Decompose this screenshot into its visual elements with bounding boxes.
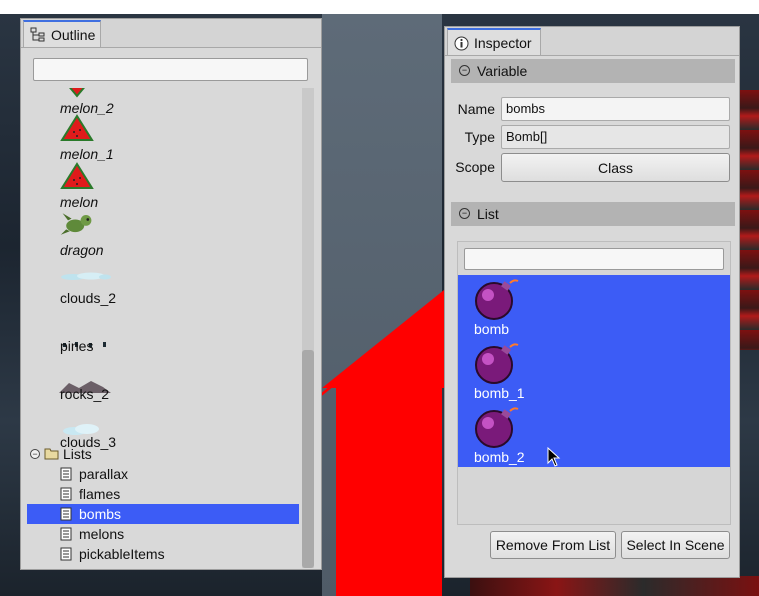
scope-button[interactable]: Class <box>501 153 730 182</box>
clouds-sprite-icon <box>61 272 111 280</box>
outline-object[interactable]: melon_1 <box>27 108 299 162</box>
scope-label: Scope <box>455 159 495 175</box>
bomb-sprite-icon <box>475 279 519 320</box>
list-item-bomb[interactable]: bomb <box>472 277 592 341</box>
list-icon <box>60 547 72 561</box>
tab-outline-label: Outline <box>51 27 96 43</box>
melon-slice-icon <box>60 162 94 189</box>
name-field[interactable]: bombs <box>501 97 730 121</box>
list-editor: bomb bomb_1 bomb_2 <box>457 241 731 525</box>
list-item-bomb_2[interactable]: bomb_2 <box>472 405 592 469</box>
list-icon <box>60 467 72 481</box>
outline-object[interactable]: melon <box>27 156 299 210</box>
section-variable-header[interactable]: − Variable <box>451 59 735 83</box>
list-item-label: bomb <box>474 321 510 337</box>
type-label: Type <box>464 129 495 145</box>
outline-object[interactable]: clouds_2 <box>27 252 299 306</box>
list-items: bomb bomb_1 bomb_2 <box>458 275 730 467</box>
outline-scrollbar[interactable] <box>302 88 314 568</box>
tree-item-label: bombs <box>79 506 122 522</box>
select-in-scene-button[interactable]: Select In Scene <box>621 531 730 559</box>
scene-background-bottom <box>470 576 759 596</box>
outline-tree: melon_2 melon_1 melon dragon clouds_2 pi… <box>27 88 299 568</box>
name-label: Name <box>457 101 495 117</box>
tree-item-parallax[interactable]: parallax <box>27 464 299 484</box>
list-item-label: bomb_1 <box>474 385 525 401</box>
tree-item-melons[interactable]: melons <box>27 524 299 544</box>
inspector-body: − Variable Name bombs Type Bomb[] Scope … <box>445 55 739 577</box>
collapse-icon[interactable]: − <box>459 65 470 76</box>
list-icon <box>60 527 72 541</box>
outline-object[interactable]: clouds_3 <box>27 396 299 450</box>
outline-search-input[interactable] <box>33 58 308 81</box>
list-icon <box>60 507 72 521</box>
tree-item-label: pickableItems <box>79 546 165 562</box>
melon-slice-icon <box>69 88 85 98</box>
list-item-bomb_1[interactable]: bomb_1 <box>472 341 592 405</box>
tree-item-label: flames <box>79 486 121 502</box>
list-icon <box>60 487 72 501</box>
outline-object[interactable]: dragon <box>27 204 299 258</box>
outline-body: melon_2 melon_1 melon dragon clouds_2 pi… <box>21 47 321 569</box>
tab-inspector[interactable]: Inspector <box>447 28 541 56</box>
outline-panel: Outline melon_2 melon_1 melon dragon clo… <box>20 18 322 570</box>
outline-object[interactable]: rocks_2 <box>27 348 299 402</box>
mouse-cursor-icon <box>547 447 561 467</box>
outline-scrollbar-thumb[interactable] <box>302 350 314 568</box>
outline-object[interactable]: pines <box>27 300 299 354</box>
tree-item-bombs[interactable]: bombs <box>27 504 299 524</box>
tree-folder-label: Lists <box>63 446 92 462</box>
collapse-icon[interactable]: − <box>30 449 40 459</box>
tree-folder-lists[interactable]: − Lists <box>27 444 299 464</box>
bomb-sprite-icon <box>475 407 519 448</box>
section-list-header[interactable]: − List <box>451 202 735 226</box>
outline-tree-icon <box>30 27 46 43</box>
section-list-title: List <box>477 206 499 222</box>
inspector-panel: Inspector − Variable Name bombs Type Bom… <box>444 26 740 578</box>
tree-item-pickableitems[interactable]: pickableItems <box>27 544 299 564</box>
list-item-label: bomb_2 <box>474 449 525 465</box>
tab-outline[interactable]: Outline <box>23 20 101 48</box>
info-icon <box>454 36 469 51</box>
collapse-icon[interactable]: − <box>459 208 470 219</box>
tree-item-flames[interactable]: flames <box>27 484 299 504</box>
scene-red-shape <box>336 388 442 596</box>
list-search-input[interactable] <box>464 248 724 270</box>
scene-background-right <box>740 90 759 350</box>
type-field: Bomb[] <box>501 125 730 149</box>
top-strip <box>0 0 759 14</box>
tree-item-label: parallax <box>79 466 129 482</box>
tab-inspector-label: Inspector <box>474 35 532 51</box>
folder-icon <box>44 448 59 460</box>
melon-slice-icon <box>60 114 94 141</box>
remove-from-list-button[interactable]: Remove From List <box>490 531 616 559</box>
bomb-sprite-icon <box>475 343 519 384</box>
section-variable-title: Variable <box>477 63 528 79</box>
dragon-sprite-icon <box>60 213 92 235</box>
tree-item-label: melons <box>79 526 125 542</box>
